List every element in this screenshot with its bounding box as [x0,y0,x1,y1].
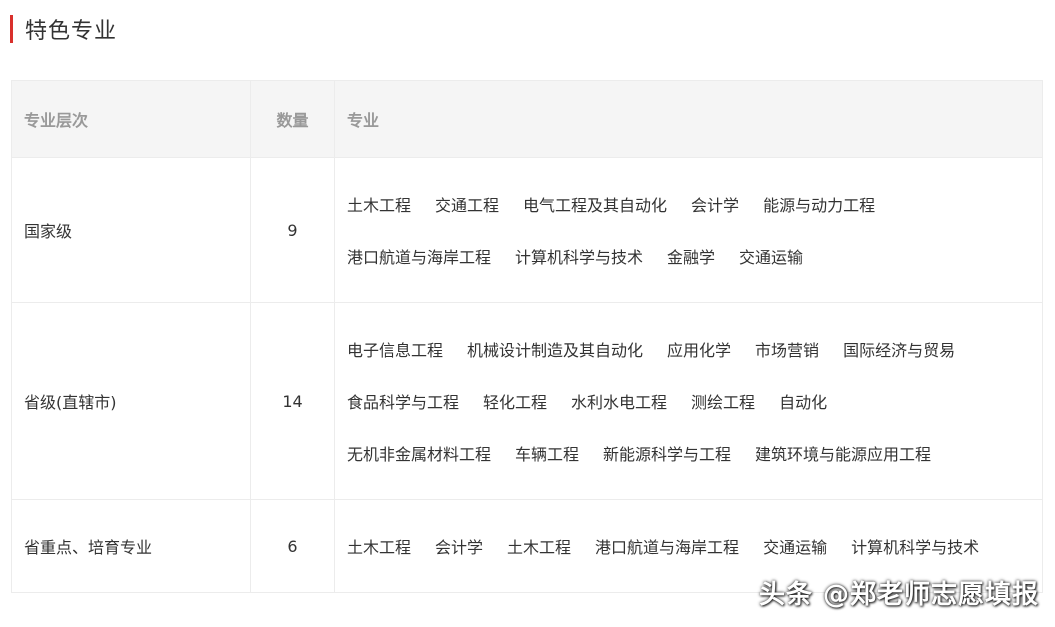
header-level: 专业层次 [11,80,251,158]
featured-majors-table: 专业层次 数量 专业 国家级 9 土木工程 交通工程 电气工程及其自动化 会计学 能源与… [11,80,1043,593]
table-row-provincial: 省级(直辖市) 14 电子信息工程 机械设计制造及其自动化 应用化学 市场营销 国际经济… [11,302,1043,500]
major-item: 机械设计制造及其自动化 [467,341,644,360]
major-item: 市场营销 [755,341,820,360]
major-item: 食品科学与工程 [347,393,460,412]
table-body: 国家级 9 土木工程 交通工程 电气工程及其自动化 会计学 能源与动力工程 港口航道与海岸… [11,157,1043,593]
major-item: 土木工程 [347,538,412,557]
major-item: 车辆工程 [515,445,580,464]
major-item: 交通运输 [763,538,828,557]
major-item: 计算机科学与技术 [851,538,980,557]
major-item: 计算机科学与技术 [515,248,644,267]
table-row-national: 国家级 9 土木工程 交通工程 电气工程及其自动化 会计学 能源与动力工程港口航道与海岸… [11,157,1043,303]
major-item: 能源与动力工程 [763,196,876,215]
major-item: 建筑环境与能源应用工程 [755,445,932,464]
header-majors: 专业 [334,80,1043,158]
majors-line: 土木工程 会计学 土木工程 港口航道与海岸工程 交通运输 计算机科学与技术 [347,520,1030,572]
section-header: 特色专业 [10,14,117,44]
major-item: 交通运输 [739,248,804,267]
level-cell: 国家级 [11,157,251,303]
count-cell: 14 [250,302,335,500]
section-title: 特色专业 [25,19,118,44]
major-item: 港口航道与海岸工程 [595,538,740,557]
majors-line: 食品科学与工程 轻化工程 水利水电工程 测绘工程 自动化 [347,375,1030,427]
major-item: 土木工程 [507,538,572,557]
major-item: 无机非金属材料工程 [347,445,492,464]
table-header-row: 专业层次 数量 专业 [11,80,1043,158]
major-item: 土木工程 [347,196,412,215]
major-item: 电子信息工程 [347,341,444,360]
major-item: 应用化学 [667,341,732,360]
major-item: 自动化 [779,393,828,412]
watermark: 头条 @郑老师志愿填报 [758,580,1039,610]
majors-line: 港口航道与海岸工程 计算机科学与技术 金融学 交通运输 [347,230,1030,282]
major-item: 轻化工程 [483,393,548,412]
majors-line: 土木工程 交通工程 电气工程及其自动化 会计学 能源与动力工程 [347,178,1030,230]
major-item: 会计学 [691,196,740,215]
major-item: 国际经济与贸易 [843,341,956,360]
major-item: 港口航道与海岸工程 [347,248,492,267]
majors-cell: 电子信息工程 机械设计制造及其自动化 应用化学 市场营销 国际经济与贸易食品科学与工程 轻… [334,302,1043,500]
level-cell: 省重点、培育专业 [11,499,251,593]
major-item: 新能源科学与工程 [603,445,732,464]
major-item: 测绘工程 [691,393,756,412]
page: 特色专业 专业层次 数量 专业 国家级 9 土木工程 交通工程 电气工程及其自动化会… [0,0,1055,627]
major-item: 金融学 [667,248,716,267]
header-count: 数量 [250,80,335,158]
major-item: 电气工程及其自动化 [523,196,668,215]
count-cell: 6 [250,499,335,593]
majors-cell: 土木工程 交通工程 电气工程及其自动化 会计学 能源与动力工程港口航道与海岸工程 计算机科… [334,157,1043,303]
majors-line: 电子信息工程 机械设计制造及其自动化 应用化学 市场营销 国际经济与贸易 [347,323,1030,375]
major-item: 水利水电工程 [571,393,668,412]
level-cell: 省级(直辖市) [11,302,251,500]
count-cell: 9 [250,157,335,303]
major-item: 会计学 [435,538,484,557]
majors-line: 无机非金属材料工程 车辆工程 新能源科学与工程 建筑环境与能源应用工程 [347,427,1030,479]
major-item: 交通工程 [435,196,500,215]
section-accent-bar [10,15,13,43]
